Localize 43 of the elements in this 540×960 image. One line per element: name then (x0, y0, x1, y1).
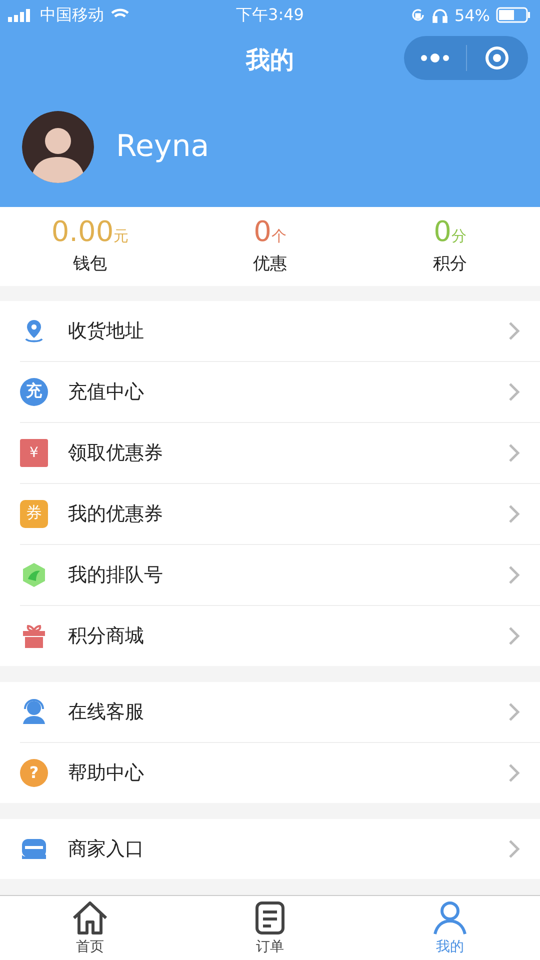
menu-item[interactable]: 我的排队号 (68, 562, 508, 588)
user-name: Reyna (116, 129, 210, 164)
stat-label[interactable]: 积分 (433, 252, 467, 275)
chevron-right-icon (508, 564, 520, 585)
menu-item[interactable]: 积分商城 (68, 622, 508, 649)
avatar (22, 110, 94, 182)
chevron-right-icon (508, 762, 520, 783)
menu-item[interactable]: 领取优惠券 (68, 440, 508, 466)
rotation-lock-icon (410, 7, 426, 23)
page-title: 我的 (246, 45, 294, 76)
target-icon (484, 45, 510, 71)
stat-value: 0分 (434, 218, 466, 246)
menu-item[interactable]: 帮助中心 (68, 760, 508, 786)
carrier-name: 中国移动 (40, 4, 104, 26)
battery-icon (496, 7, 532, 23)
headphones-icon (432, 7, 448, 23)
chevron-right-icon (508, 320, 520, 341)
chevron-right-icon (508, 838, 520, 859)
chevron-right-icon (508, 442, 520, 463)
ticket-icon: ¥ (20, 438, 48, 467)
tab-item[interactable]: 订单 (180, 896, 360, 960)
tab-item[interactable]: 首页 (0, 896, 180, 960)
stat-value: 0个 (254, 218, 286, 246)
hexagon-icon (20, 560, 48, 589)
headset-person-icon (20, 698, 48, 726)
stat-value: 0.00元 (51, 218, 129, 246)
chevron-right-icon (508, 702, 520, 722)
coupon-icon: 券 (20, 500, 48, 528)
menu-item[interactable]: 收货地址 (68, 318, 508, 344)
help-icon: ? (20, 758, 48, 787)
chevron-right-icon (508, 382, 520, 402)
recharge-icon: 充 (20, 378, 48, 406)
more-icon (418, 53, 451, 63)
menu-item[interactable]: 充值中心 (68, 378, 508, 405)
chevron-right-icon (508, 504, 520, 524)
menu-item[interactable]: 在线客服 (68, 698, 508, 725)
battery-percent: 54% (454, 6, 490, 24)
stat-label[interactable]: 优惠 (253, 252, 287, 275)
menu-item[interactable]: 我的优惠券 (68, 500, 508, 527)
home-icon (70, 900, 110, 936)
clock-time: 下午3:49 (236, 4, 304, 26)
stat-label[interactable]: 钱包 (73, 252, 107, 275)
chevron-right-icon (508, 626, 520, 646)
